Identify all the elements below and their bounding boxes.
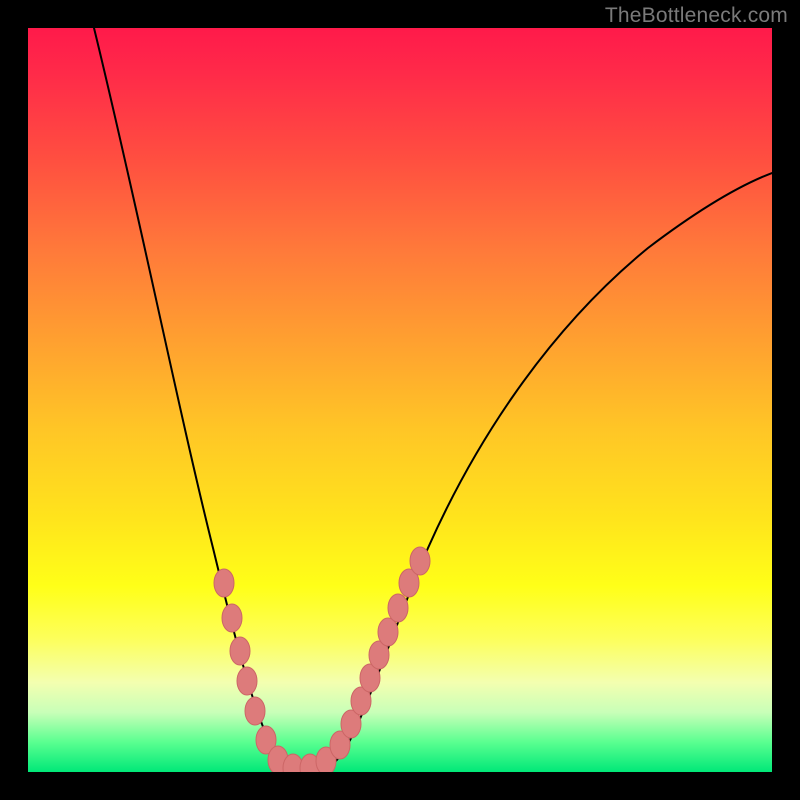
marker-point — [230, 637, 250, 665]
marker-point — [388, 594, 408, 622]
marker-point — [237, 667, 257, 695]
plot-area — [28, 28, 772, 772]
marker-group — [214, 547, 430, 772]
marker-point — [378, 618, 398, 646]
bottleneck-curve — [94, 28, 772, 772]
marker-point — [214, 569, 234, 597]
curve-layer — [28, 28, 772, 772]
marker-point — [222, 604, 242, 632]
marker-point — [245, 697, 265, 725]
marker-point — [410, 547, 430, 575]
chart-frame: TheBottleneck.com — [0, 0, 800, 800]
watermark-text: TheBottleneck.com — [605, 4, 788, 28]
